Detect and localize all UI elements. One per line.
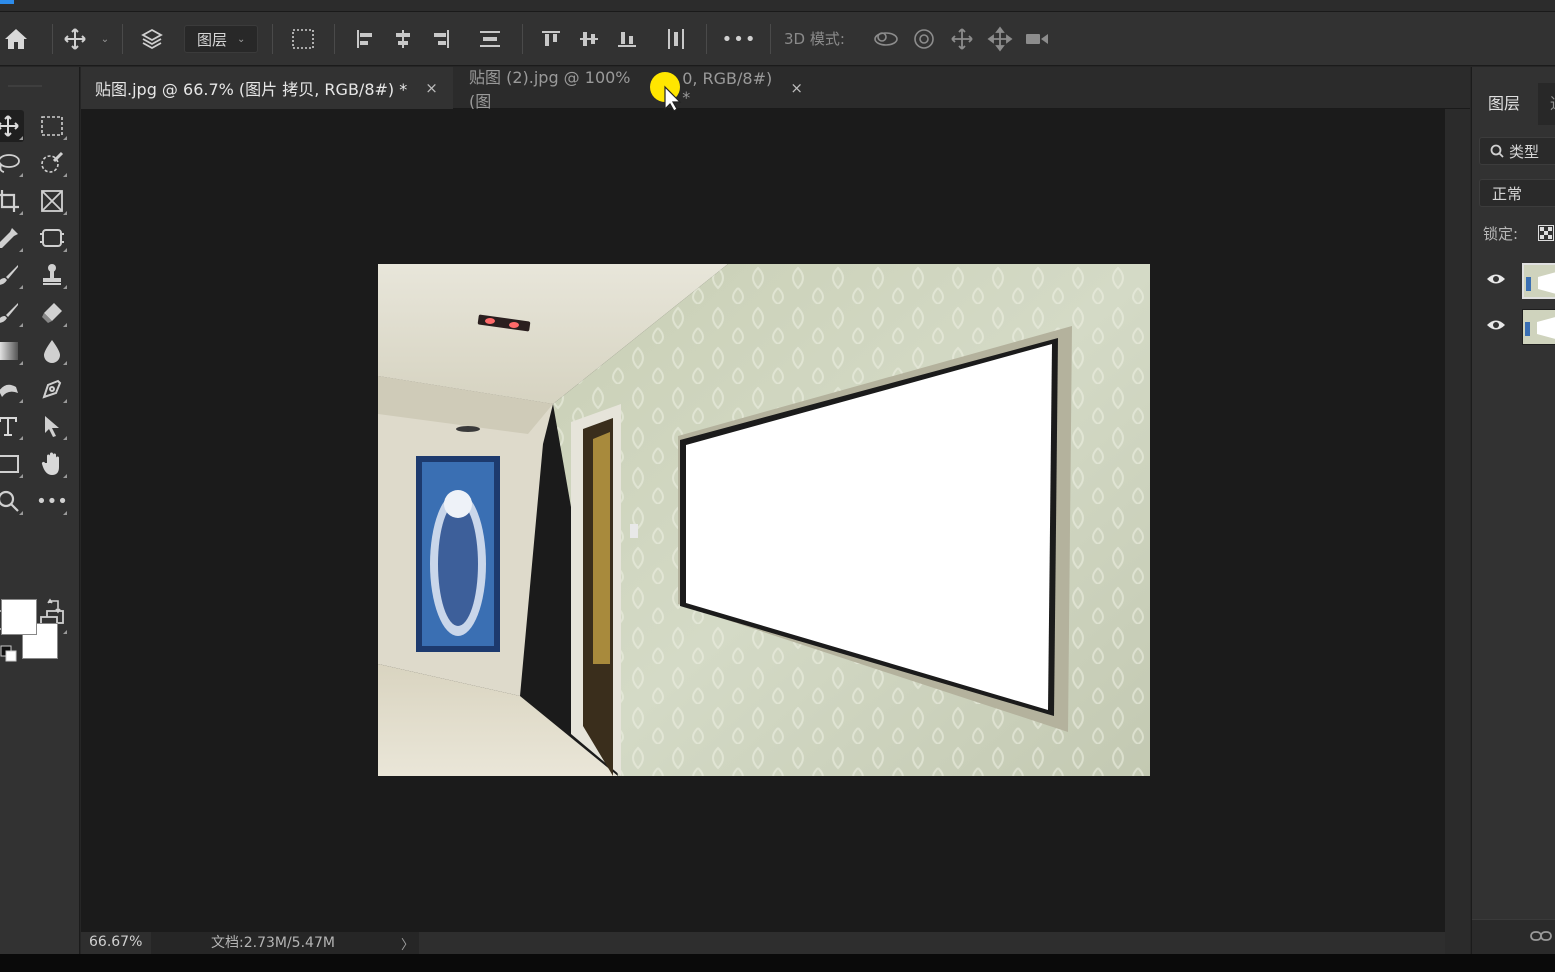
tab-title-tail: 0, RGB/8#) * bbox=[682, 69, 773, 107]
separator bbox=[770, 24, 771, 54]
layers-panel: 图层 通 类型 正常 锁定: bbox=[1471, 67, 1555, 954]
tab-title: 贴图.jpg @ 66.7% (图片 拷贝, RGB/8#) * bbox=[95, 80, 408, 99]
foreground-color-swatch[interactable] bbox=[1, 599, 37, 635]
rectangular-marquee-icon[interactable] bbox=[36, 110, 68, 142]
title-strip bbox=[0, 0, 1555, 12]
separator bbox=[706, 24, 707, 54]
layer-row[interactable] bbox=[1472, 305, 1555, 349]
layer-filter-dropdown[interactable]: 类型 bbox=[1479, 137, 1555, 165]
photoshop-window: ⌄ 图层 ⌄ ••• 3D 模式: ••• 贴图.jpg @ 66.7% (图片… bbox=[0, 0, 1555, 972]
distribute-vertical-icon[interactable] bbox=[476, 12, 504, 66]
gradient-icon[interactable] bbox=[0, 335, 24, 367]
eyedropper-icon[interactable] bbox=[0, 222, 24, 254]
canvas-area[interactable] bbox=[81, 109, 1445, 932]
rectangle-shape-icon[interactable] bbox=[0, 448, 24, 480]
close-icon[interactable]: × bbox=[425, 79, 438, 97]
zoom-icon[interactable] bbox=[0, 485, 24, 517]
layer-filter-label: 类型 bbox=[1509, 142, 1540, 161]
lock-transparency-icon[interactable] bbox=[1538, 225, 1554, 245]
path-selection-icon[interactable] bbox=[36, 410, 68, 442]
tab-title: 贴图 (2).jpg @ 100% (图 bbox=[469, 68, 631, 111]
3d-pan-icon[interactable] bbox=[948, 12, 976, 66]
eraser-icon[interactable] bbox=[36, 297, 68, 329]
3d-scale-camera-icon[interactable] bbox=[1022, 12, 1052, 66]
separator bbox=[522, 24, 523, 54]
status-menu-chevron-icon[interactable]: 〉 bbox=[401, 934, 414, 953]
dodge-icon[interactable] bbox=[0, 373, 24, 405]
transform-controls-icon[interactable] bbox=[288, 12, 318, 66]
move-tool-icon[interactable] bbox=[60, 12, 90, 66]
tab-document-1[interactable]: 贴图.jpg @ 66.7% (图片 拷贝, RGB/8#) * × bbox=[81, 67, 453, 109]
lasso-icon[interactable] bbox=[0, 147, 24, 179]
separator bbox=[122, 24, 123, 54]
3d-mode-label: 3D 模式: bbox=[784, 30, 845, 48]
clone-stamp-icon[interactable] bbox=[36, 259, 68, 291]
move-tool-icon[interactable] bbox=[0, 110, 24, 142]
visibility-eye-icon[interactable] bbox=[1486, 271, 1506, 290]
link-layers-icon[interactable] bbox=[1530, 928, 1552, 947]
hand-icon[interactable] bbox=[36, 448, 68, 480]
crop-icon[interactable] bbox=[0, 185, 24, 217]
tab-layers[interactable]: 图层 bbox=[1472, 83, 1538, 125]
vertical-scroll-gutter[interactable] bbox=[1445, 109, 1470, 954]
pen-icon[interactable] bbox=[36, 373, 68, 405]
zoom-level[interactable]: 66.67% bbox=[89, 934, 142, 950]
frame-tool-icon[interactable] bbox=[36, 185, 68, 217]
3d-roll-icon[interactable] bbox=[910, 12, 938, 66]
align-bottom-icon[interactable] bbox=[614, 12, 640, 66]
chevron-down-icon: ⌄ bbox=[237, 33, 246, 45]
brush-icon[interactable] bbox=[0, 259, 24, 291]
lock-label: 锁定: bbox=[1483, 225, 1519, 243]
default-colors-icon[interactable] bbox=[0, 645, 18, 667]
separator bbox=[272, 24, 273, 54]
tab-channels[interactable]: 通 bbox=[1550, 83, 1555, 125]
separator bbox=[334, 24, 335, 54]
close-icon[interactable]: × bbox=[790, 79, 803, 97]
visibility-eye-icon[interactable] bbox=[1486, 317, 1506, 336]
3d-slide-icon[interactable] bbox=[986, 12, 1014, 66]
distribute-horizontal-icon[interactable] bbox=[662, 12, 690, 66]
separator bbox=[52, 24, 53, 54]
document-tabs: 贴图.jpg @ 66.7% (图片 拷贝, RGB/8#) * × 贴图 (2… bbox=[81, 67, 1470, 111]
status-bar: 66.67% 文档:2.73M/5.47M 〉 bbox=[81, 932, 1445, 954]
3d-orbit-icon[interactable] bbox=[872, 12, 900, 66]
document-size-info: 文档:2.73M/5.47M bbox=[151, 932, 419, 954]
tab-document-2[interactable]: 贴图 (2).jpg @ 100% (图 0, RGB/8#) * × bbox=[455, 67, 817, 111]
blend-mode-value: 正常 bbox=[1492, 184, 1523, 203]
type-icon[interactable] bbox=[0, 410, 24, 442]
tools-panel: ••• bbox=[0, 67, 80, 972]
move-preset-chevron-down-icon[interactable]: ⌄ bbox=[96, 12, 114, 66]
layer-row[interactable] bbox=[1472, 259, 1555, 303]
align-left-icon[interactable] bbox=[352, 12, 378, 66]
more-options-button[interactable]: ••• bbox=[722, 12, 756, 66]
layer-thumbnail bbox=[1522, 309, 1555, 345]
spot-healing-frame-icon[interactable] bbox=[36, 222, 68, 254]
layers-stack-icon[interactable] bbox=[136, 12, 168, 66]
blur-drop-icon[interactable] bbox=[36, 335, 68, 367]
align-center-icon[interactable] bbox=[390, 12, 416, 66]
app-accent bbox=[0, 0, 14, 4]
align-middle-icon[interactable] bbox=[576, 12, 602, 66]
history-brush-icon[interactable] bbox=[0, 297, 24, 329]
interior-photo bbox=[378, 264, 1150, 776]
align-top-icon[interactable] bbox=[538, 12, 564, 66]
options-bar: ⌄ 图层 ⌄ ••• 3D 模式: bbox=[0, 12, 1555, 66]
home-icon[interactable] bbox=[0, 12, 32, 66]
auto-select-target-value: 图层 bbox=[197, 30, 228, 49]
align-right-icon[interactable] bbox=[428, 12, 454, 66]
quick-selection-icon[interactable] bbox=[36, 147, 68, 179]
blend-mode-dropdown[interactable]: 正常 bbox=[1479, 179, 1555, 207]
taskbar-strip bbox=[0, 954, 1555, 972]
layer-thumbnail bbox=[1522, 263, 1555, 299]
edit-toolbar-more-icon[interactable]: ••• bbox=[36, 485, 68, 517]
auto-select-target-dropdown[interactable]: 图层 ⌄ bbox=[184, 25, 258, 53]
search-icon bbox=[1490, 144, 1504, 158]
panel-grip bbox=[8, 85, 42, 87]
layers-panel-footer bbox=[1472, 919, 1555, 954]
document-image[interactable] bbox=[378, 264, 1150, 776]
